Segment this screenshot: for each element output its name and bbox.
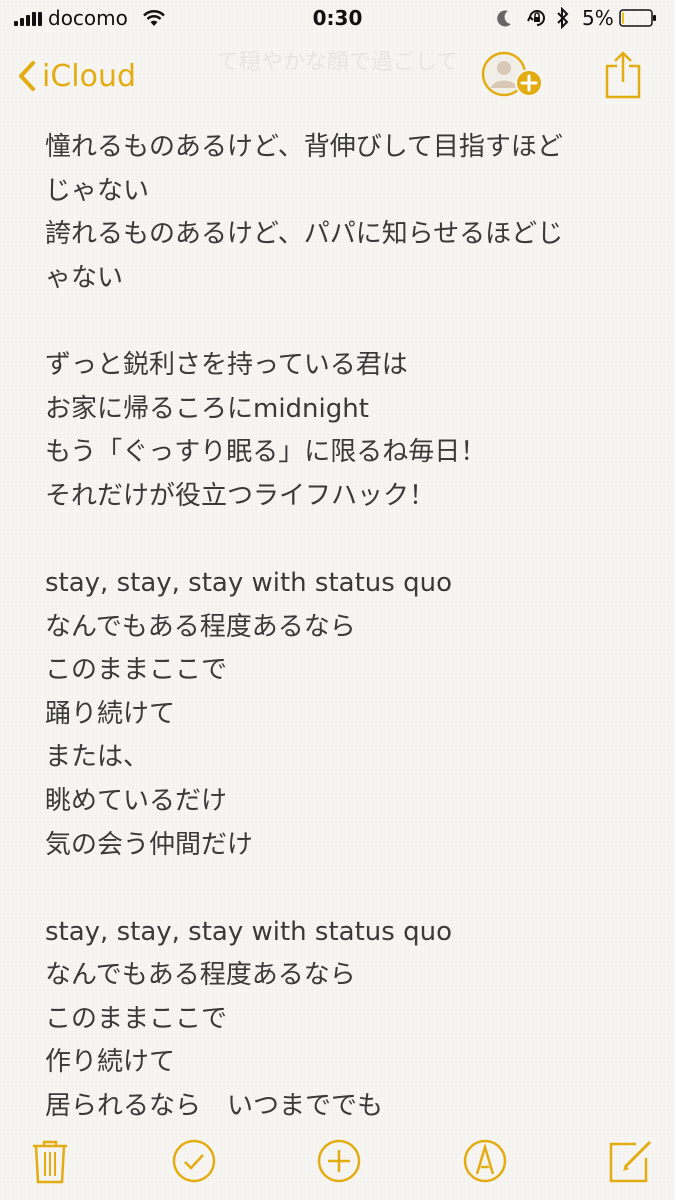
checklist-icon <box>172 1139 216 1183</box>
note-line: ゃない <box>45 262 124 293</box>
note-line: このままここで <box>45 655 228 686</box>
note-blank-line <box>45 300 645 344</box>
note-line: 憧れるものあるけど、背伸びして目指すほど <box>45 132 563 162</box>
note-line: または、 <box>45 742 150 773</box>
bottom-toolbar <box>0 1128 675 1200</box>
note-line: 眺めているだけ <box>45 785 228 816</box>
chevron-left-icon <box>19 61 35 91</box>
compose-icon <box>609 1140 652 1183</box>
status-bar: docomo 0:30 5% <box>0 0 675 40</box>
orientation-lock-icon <box>526 7 548 34</box>
note-line: 作り続けて <box>45 1047 176 1078</box>
markup-icon <box>463 1139 507 1183</box>
note-line: ずっと鋭利さを持っている君は <box>45 349 408 380</box>
note-line: このままここで <box>45 1003 228 1034</box>
checklist-button[interactable] <box>169 1136 219 1186</box>
note-body[interactable]: 憧れるものあるけど、背伸びして目指すほど じゃない誇れるものあるけど、パパに知らせ… <box>45 126 645 1129</box>
delete-button[interactable] <box>25 1136 75 1186</box>
back-button[interactable]: iCloud <box>18 54 136 98</box>
note-blank-line <box>45 518 645 562</box>
note-line: じゃない <box>45 175 150 206</box>
note-line: stay, stay, stay with status quo <box>45 567 452 598</box>
markup-button[interactable] <box>460 1136 510 1186</box>
note-line: お家に帰るころにmidnight <box>45 393 369 424</box>
note-line: なんでもある程度あるなら <box>45 611 356 642</box>
battery-percentage: 5% <box>582 6 614 30</box>
do-not-disturb-icon <box>497 8 513 33</box>
note-line: 誇れるものあるけど、パパに知らせるほどじ <box>45 219 564 250</box>
note-line: stay, stay, stay with status quo <box>45 916 452 947</box>
add-icon <box>317 1139 361 1183</box>
bluetooth-icon <box>556 6 570 34</box>
share-icon <box>605 51 641 99</box>
note-line: なんでもある程度あるなら <box>45 960 356 991</box>
note-line: もう「ぐっすり眠る」に限るね毎日！ <box>45 437 487 468</box>
share-button[interactable] <box>603 50 643 100</box>
note-line: それだけが役立つライフハック！ <box>45 480 436 511</box>
compose-button[interactable] <box>606 1136 656 1186</box>
clock-time: 0:30 <box>312 6 363 30</box>
add-attachment-button[interactable] <box>314 1136 364 1186</box>
battery-icon <box>619 8 657 27</box>
trash-icon <box>33 1140 67 1184</box>
note-line: 居られるなら いつまででも <box>45 1091 384 1122</box>
add-person-icon <box>481 51 543 97</box>
note-line: 気の会う仲間だけ <box>45 829 254 860</box>
back-button-label: iCloud <box>42 58 137 94</box>
note-blank-line <box>45 867 645 911</box>
add-people-button[interactable] <box>480 50 548 102</box>
note-line: 踊り続けて <box>45 698 176 729</box>
